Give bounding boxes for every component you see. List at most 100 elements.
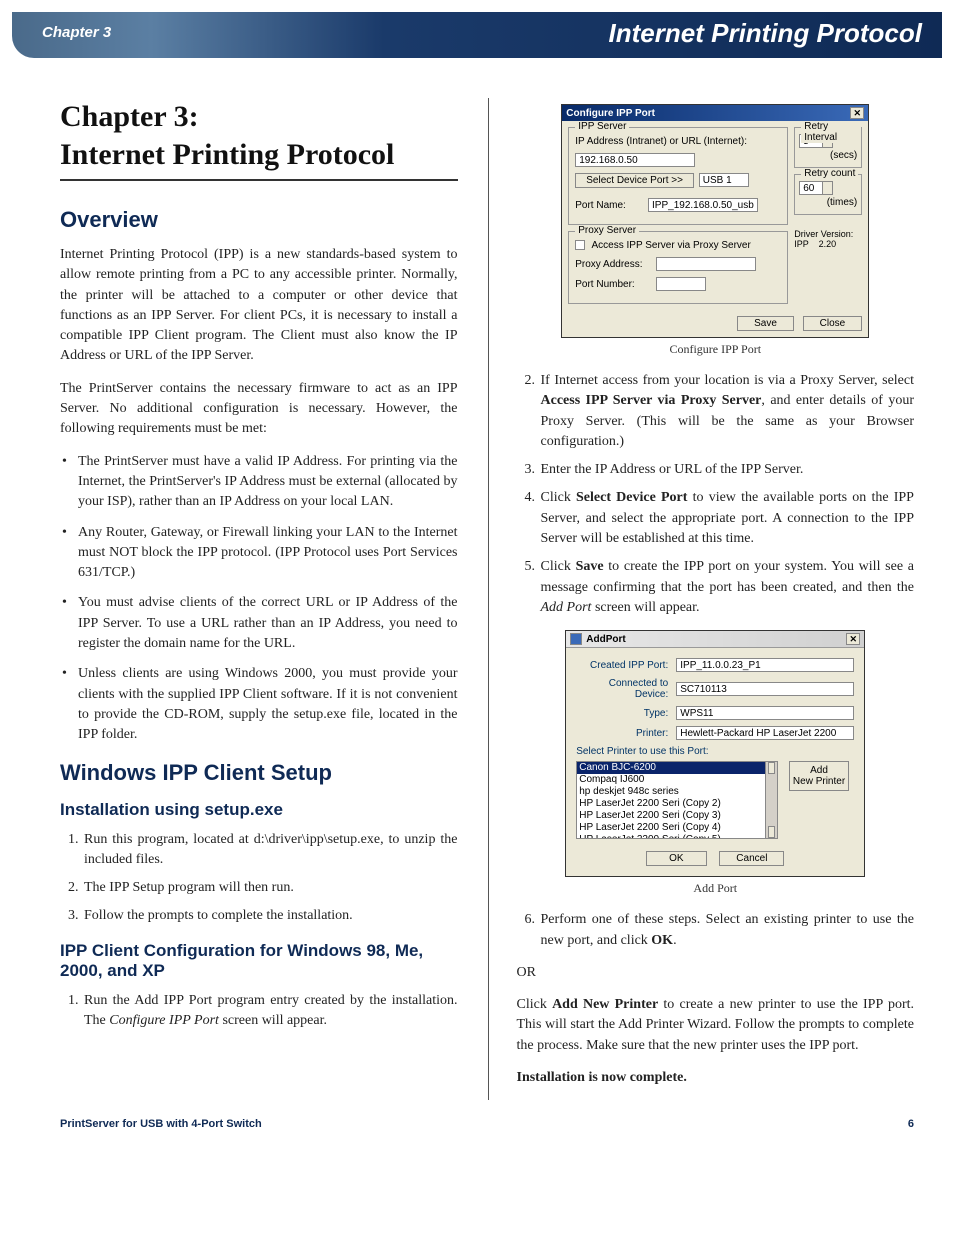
bullet-item: Unless clients are using Windows 2000, y… xyxy=(60,664,458,745)
step-item: Follow the prompts to complete the insta… xyxy=(82,906,458,926)
cancel-button[interactable]: Cancel xyxy=(719,851,784,866)
device-port-field: USB 1 xyxy=(699,173,749,187)
figure-add-port: AddPort ✕ Created IPP Port: IPP_11.0.0.2… xyxy=(517,630,915,896)
install-subheading: Installation using setup.exe xyxy=(60,800,458,820)
dialog-titlebar: AddPort ✕ xyxy=(566,631,864,648)
port-name-input[interactable]: IPP_192.168.0.50_usb xyxy=(648,198,758,212)
dialog-title-text: AddPort xyxy=(586,634,625,645)
step-text: screen will appear. xyxy=(219,1013,327,1028)
step-text-italic: Configure IPP Port xyxy=(109,1013,219,1028)
select-printer-label: Select Printer to use this Port: xyxy=(576,746,854,757)
btn-line2: New Printer xyxy=(793,776,845,787)
config-steps-right-cont: Perform one of these steps. Select an ex… xyxy=(517,910,915,951)
win-ipp-heading: Windows IPP Client Setup xyxy=(60,760,458,786)
list-item[interactable]: HP LaserJet 2200 Seri (Copy 3) xyxy=(577,810,765,822)
step-text: Click xyxy=(541,559,576,574)
proxy-port-input[interactable] xyxy=(656,277,706,291)
type-field: WPS11 xyxy=(676,706,854,720)
page-footer: PrintServer for USB with 4-Port Switch 6 xyxy=(0,1110,954,1148)
footer-product: PrintServer for USB with 4-Port Switch xyxy=(60,1118,262,1130)
created-port-label: Created IPP Port: xyxy=(576,660,676,671)
header-page-title: Internet Printing Protocol xyxy=(609,18,922,49)
port-name-label: Port Name: xyxy=(575,200,645,211)
step-item: Click Select Device Port to view the ava… xyxy=(539,488,915,549)
figure-caption: Configure IPP Port xyxy=(517,342,915,357)
p-text-bold: Add New Printer xyxy=(552,997,658,1012)
step-text-bold: Select Device Port xyxy=(576,490,687,505)
list-item[interactable]: HP LaserJet 2200 Seri (Copy 5) xyxy=(577,834,765,839)
p-text: Click xyxy=(517,997,553,1012)
proxy-checkbox-label: Access IPP Server via Proxy Server xyxy=(591,240,750,251)
step-text-bold: Save xyxy=(576,559,604,574)
dialog-configure-ipp-port: Configure IPP Port ✕ IPP Server IP Addre… xyxy=(561,104,869,338)
driver-version-label: Driver Version: xyxy=(794,229,862,239)
scrollbar[interactable] xyxy=(766,761,778,839)
chapter-title-line1: Chapter 3: xyxy=(60,100,199,133)
retry-interval-unit: (secs) xyxy=(799,150,857,161)
overview-p1: Internet Printing Protocol (IPP) is a ne… xyxy=(60,245,458,367)
proxy-port-label: Port Number: xyxy=(575,279,653,290)
printer-label: Printer: xyxy=(576,728,676,739)
list-item[interactable]: HP LaserJet 2200 Seri (Copy 4) xyxy=(577,822,765,834)
group-retry-interval: Retry Interval 5 (secs) xyxy=(794,127,862,168)
step-text: screen will appear. xyxy=(591,600,699,615)
footer-page-number: 6 xyxy=(908,1118,914,1130)
chapter-title: Chapter 3: Internet Printing Protocol xyxy=(60,98,458,181)
step-text: Perform one of these steps. Select an ex… xyxy=(541,912,915,947)
step-item: Run this program, located at d:\driver\i… xyxy=(82,830,458,871)
proxy-address-label: Proxy Address: xyxy=(575,259,653,270)
driver-version-ipp: IPP xyxy=(794,239,808,249)
spinner-icon[interactable] xyxy=(823,181,833,195)
step-text: Click xyxy=(541,490,577,505)
step-text: If Internet access from your location is… xyxy=(541,373,915,388)
add-new-printer-button[interactable]: AddNew Printer xyxy=(789,761,849,791)
close-button[interactable]: Close xyxy=(803,316,863,331)
printer-listbox[interactable]: Canon BJC-6200 Compaq IJ600 hp deskjet 9… xyxy=(576,761,766,839)
proxy-checkbox[interactable] xyxy=(575,240,585,250)
add-new-printer-paragraph: Click Add New Printer to create a new pr… xyxy=(517,995,915,1056)
save-button[interactable]: Save xyxy=(737,316,794,331)
select-device-port-button[interactable]: Select Device Port >> xyxy=(575,173,694,188)
driver-version-value: 2.20 xyxy=(819,239,837,249)
ip-label: IP Address (Intranet) or URL (Internet): xyxy=(575,136,781,147)
config-subheading: IPP Client Configuration for Windows 98,… xyxy=(60,941,458,981)
list-item[interactable]: Canon BJC-6200 xyxy=(577,762,765,774)
list-item[interactable]: hp deskjet 948c series xyxy=(577,786,765,798)
ok-button[interactable]: OK xyxy=(646,851,706,866)
dialog-title-text: Configure IPP Port xyxy=(566,108,655,119)
step-item: Click Save to create the IPP port on you… xyxy=(539,557,915,618)
right-column: Configure IPP Port ✕ IPP Server IP Addre… xyxy=(488,98,915,1100)
step-text: . xyxy=(673,933,677,948)
step-item: Perform one of these steps. Select an ex… xyxy=(539,910,915,951)
proxy-address-input[interactable] xyxy=(656,257,756,271)
dialog-titlebar: Configure IPP Port ✕ xyxy=(562,105,868,121)
step-text-italic: Add Port xyxy=(541,600,592,615)
page-header: Chapter 3 Internet Printing Protocol xyxy=(12,12,942,58)
step-text-bold: Access IPP Server via Proxy Server xyxy=(541,393,762,408)
left-column: Chapter 3: Internet Printing Protocol Ov… xyxy=(60,98,458,1100)
btn-line1: Add xyxy=(810,765,828,776)
close-icon[interactable]: ✕ xyxy=(846,633,860,645)
group-proxy-server: Proxy Server Access IPP Server via Proxy… xyxy=(568,231,788,304)
ip-address-input[interactable]: 192.168.0.50 xyxy=(575,153,695,167)
installation-complete: Installation is now complete. xyxy=(517,1068,915,1088)
overview-bullets: The PrintServer must have a valid IP Add… xyxy=(60,452,458,746)
retry-count-unit: (times) xyxy=(799,197,857,208)
or-text: OR xyxy=(517,963,915,983)
list-item[interactable]: HP LaserJet 2200 Seri (Copy 2) xyxy=(577,798,765,810)
chapter-title-line2: Internet Printing Protocol xyxy=(60,138,394,171)
header-chapter-label: Chapter 3 xyxy=(42,24,111,41)
figure-configure-ipp-port: Configure IPP Port ✕ IPP Server IP Addre… xyxy=(517,104,915,357)
config-steps-left: Run the Add IPP Port program entry creat… xyxy=(60,991,458,1032)
retry-count-input[interactable]: 60 xyxy=(799,181,823,195)
app-icon xyxy=(570,633,582,645)
step-item: Run the Add IPP Port program entry creat… xyxy=(82,991,458,1032)
bullet-item: You must advise clients of the correct U… xyxy=(60,593,458,654)
group-label: Retry count xyxy=(801,168,858,179)
close-icon[interactable]: ✕ xyxy=(850,107,864,119)
overview-heading: Overview xyxy=(60,207,458,233)
group-label: Proxy Server xyxy=(575,225,639,236)
list-item[interactable]: Compaq IJ600 xyxy=(577,774,765,786)
device-label: Connected to Device: xyxy=(576,678,676,700)
overview-p2: The PrintServer contains the necessary f… xyxy=(60,379,458,440)
